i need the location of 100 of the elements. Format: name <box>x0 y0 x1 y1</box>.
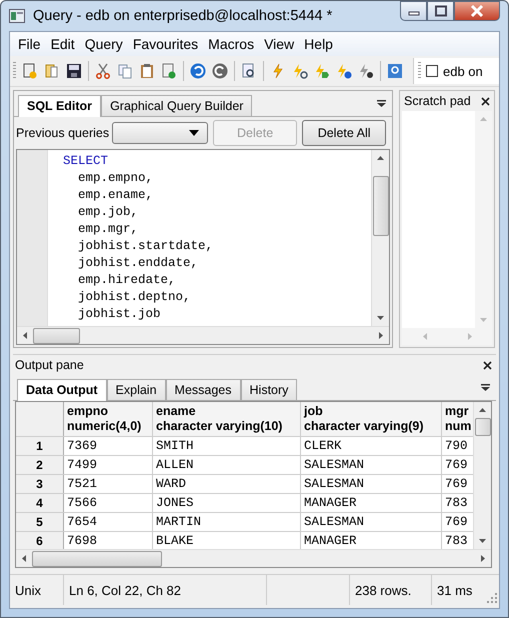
menu-item[interactable]: Query <box>80 36 129 52</box>
table-cell: JONES <box>153 494 301 512</box>
redo-icon <box>212 63 228 79</box>
table-cell: WARD <box>153 475 301 493</box>
row-number: 6 <box>16 532 64 549</box>
row-number: 5 <box>16 513 64 531</box>
table-cell: 7521 <box>64 475 153 493</box>
table-cell: CLERK <box>301 437 442 455</box>
editor-tab[interactable]: Graphical Query Builder <box>101 95 252 116</box>
connection-label: edb on <box>443 64 483 78</box>
status-text: 238 rows. <box>350 575 432 605</box>
code-line: SELECT <box>62 153 110 170</box>
close-icon[interactable] <box>483 360 492 370</box>
clipboard-icon <box>139 63 155 79</box>
tab-menu-icon[interactable] <box>377 100 386 107</box>
output-tab[interactable]: History <box>240 379 298 400</box>
scroll-down-icon[interactable] <box>377 316 384 320</box>
vertical-scrollbar[interactable] <box>473 402 491 549</box>
scissors-icon <box>95 63 111 79</box>
status-text: 31 ms <box>436 582 474 600</box>
code-line: emp.hiredate, <box>77 272 177 289</box>
menu-item[interactable]: Macros <box>204 36 260 52</box>
minimize-button[interactable] <box>400 1 427 21</box>
copy-icon <box>117 63 133 79</box>
output-tab[interactable]: Messages <box>166 379 241 400</box>
scroll-down-icon[interactable] <box>479 539 486 543</box>
code-line: emp.mgr, <box>77 221 140 238</box>
window-title: Query - edb on enterprisedb@localhost:5444 * <box>33 8 334 24</box>
horizontal-scrollbar[interactable] <box>16 549 491 567</box>
save-icon <box>66 63 82 79</box>
previous-queries-label: Previous queries <box>16 126 110 140</box>
scratch-pad-title: Scratch pad <box>404 94 471 108</box>
code-line: jobhist.deptno, <box>77 289 192 306</box>
document-icon <box>22 63 38 79</box>
code-line: jobhist.startdate, <box>77 238 214 255</box>
table-cell: SMITH <box>153 437 301 455</box>
scroll-up-icon[interactable] <box>377 156 384 160</box>
column-header[interactable]: ename character varying(10) <box>153 402 301 436</box>
table-cell: SALESMAN <box>301 475 442 493</box>
table-cell: SALESMAN <box>301 456 442 474</box>
code-line: emp.job, <box>77 204 140 221</box>
previous-queries-dropdown[interactable] <box>112 122 208 144</box>
table-cell: SALESMAN <box>301 513 442 531</box>
column-header[interactable]: job character varying(9) <box>301 402 442 436</box>
table-cell: MARTIN <box>153 513 301 531</box>
code-line: emp.empno, <box>77 170 154 187</box>
output-pane-title: Output pane <box>15 358 84 372</box>
menu-item[interactable]: File <box>14 36 47 52</box>
code-line: jobhist.enddate, <box>77 255 200 272</box>
table-cell: 7369 <box>64 437 153 455</box>
output-tab[interactable]: Data Output <box>17 379 107 401</box>
row-number: 3 <box>16 475 64 493</box>
output-tab[interactable]: Explain <box>106 379 166 400</box>
scroll-thumb[interactable] <box>32 550 162 566</box>
maximize-icon <box>434 5 448 17</box>
scroll-thumb[interactable] <box>33 328 80 344</box>
lightning-disabled-icon <box>358 63 374 79</box>
code-line: jobhist.job <box>77 306 162 323</box>
app-icon <box>9 9 25 23</box>
scroll-thumb[interactable] <box>474 418 490 436</box>
table-cell: 7499 <box>64 456 153 474</box>
menu-item[interactable]: Help <box>300 36 339 52</box>
status-text: Ln 6, Col 22, Ch 82 <box>64 575 267 605</box>
column-header[interactable]: empno numeric(4,0) <box>64 402 153 436</box>
close-icon[interactable] <box>481 96 490 106</box>
close-button[interactable] <box>454 1 500 21</box>
row-number: 1 <box>16 437 64 455</box>
lightning-arrow-icon <box>314 63 330 79</box>
table-cell: 7566 <box>64 494 153 512</box>
close-icon <box>469 4 485 18</box>
scroll-thumb[interactable] <box>372 176 388 236</box>
lightning-gear-icon <box>292 63 308 79</box>
lightning-info-icon <box>336 63 352 79</box>
scroll-left-icon[interactable] <box>23 332 27 339</box>
resize-grip-icon[interactable] <box>487 593 497 603</box>
scroll-up-icon[interactable] <box>479 408 486 412</box>
caret-icon <box>189 130 200 136</box>
menu-item[interactable]: Favourites <box>128 36 204 52</box>
editor-tab[interactable]: SQL Editor <box>18 95 102 117</box>
maximize-button[interactable] <box>427 1 454 21</box>
connection-checkbox[interactable] <box>426 65 438 77</box>
row-number: 2 <box>16 456 64 474</box>
menu-item[interactable]: Edit <box>46 36 81 52</box>
scroll-right-icon[interactable] <box>481 555 485 562</box>
row-number: 4 <box>16 494 64 512</box>
horizontal-scrollbar[interactable] <box>17 326 389 344</box>
scroll-left-icon[interactable] <box>22 555 26 562</box>
folder-icon <box>44 63 60 79</box>
tab-menu-icon[interactable] <box>481 384 490 391</box>
scroll-right-icon[interactable] <box>379 332 383 339</box>
table-cell: MANAGER <box>301 494 442 512</box>
sql-editor[interactable]: SELECT emp.empno, emp.ename, emp.job, emp.mgr, jobhist.startdate, jobhist.enddate, emp.hiredate, jobhist.deptno, jobhist.job <box>16 149 390 345</box>
status-text: Unix <box>10 575 64 605</box>
menu-item[interactable]: View <box>260 36 300 52</box>
table-cell: 7654 <box>64 513 153 531</box>
delete-button[interactable]: Delete All <box>302 120 386 146</box>
vertical-scrollbar[interactable] <box>371 150 389 326</box>
code-line: emp.ename, <box>77 187 154 204</box>
undo-icon <box>190 63 206 79</box>
document-refresh-icon <box>161 63 177 79</box>
